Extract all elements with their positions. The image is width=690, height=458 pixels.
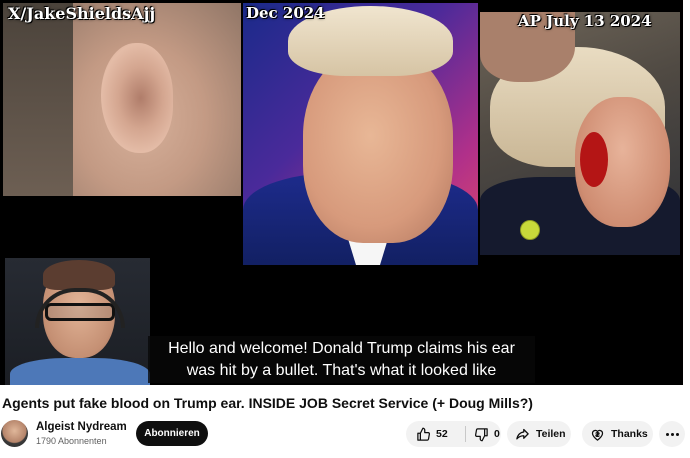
subtitle-caption: Hello and welcome! Donald Trump claims h… bbox=[148, 336, 535, 383]
like-dislike-group: 52 0 bbox=[406, 421, 501, 447]
date-label-ap: AP July 13 2024 bbox=[518, 12, 652, 30]
date-label-dec: Dec 2024 bbox=[246, 4, 325, 22]
cursor-highlight bbox=[520, 220, 540, 240]
ear-closeup-photo bbox=[3, 3, 241, 196]
like-button[interactable]: 52 bbox=[416, 421, 465, 447]
dislike-button[interactable]: 0 bbox=[474, 421, 500, 447]
divider bbox=[465, 426, 466, 442]
portrait-photo bbox=[243, 3, 478, 265]
thanks-icon bbox=[591, 429, 604, 441]
thumbs-up-icon bbox=[417, 427, 431, 441]
credit-label: X/JakeShieldsAjj bbox=[8, 4, 156, 23]
caption-line: Hello and welcome! Donald Trump claims h… bbox=[168, 340, 515, 357]
webcam-overlay bbox=[5, 258, 150, 385]
channel-row: Algeist Nydream 1790 Abonnenten Abonnier… bbox=[0, 418, 690, 450]
thanks-label: Thanks bbox=[611, 428, 648, 440]
more-icon bbox=[665, 432, 669, 436]
subscribe-button[interactable]: Abonnieren bbox=[136, 421, 208, 446]
avatar[interactable] bbox=[1, 420, 28, 447]
shooting-photo bbox=[480, 12, 680, 255]
share-label: Teilen bbox=[536, 428, 566, 440]
share-button[interactable]: Teilen bbox=[507, 421, 571, 447]
caption-line: was hit by a bullet. That's what it look… bbox=[186, 362, 497, 379]
share-icon bbox=[516, 428, 529, 439]
subscriber-count: 1790 Abonnenten bbox=[36, 436, 107, 446]
channel-name[interactable]: Algeist Nydream bbox=[36, 421, 127, 433]
dislike-count: 0 bbox=[494, 428, 500, 440]
video-player[interactable]: X/JakeShieldsAjj Dec 2024 AP July 13 202… bbox=[0, 0, 683, 385]
thumbs-down-icon bbox=[474, 427, 488, 441]
more-options-button[interactable] bbox=[659, 421, 685, 447]
like-count: 52 bbox=[436, 428, 448, 440]
video-title: Agents put fake blood on Trump ear. INSI… bbox=[2, 395, 533, 411]
thanks-button[interactable]: Thanks bbox=[582, 421, 653, 447]
